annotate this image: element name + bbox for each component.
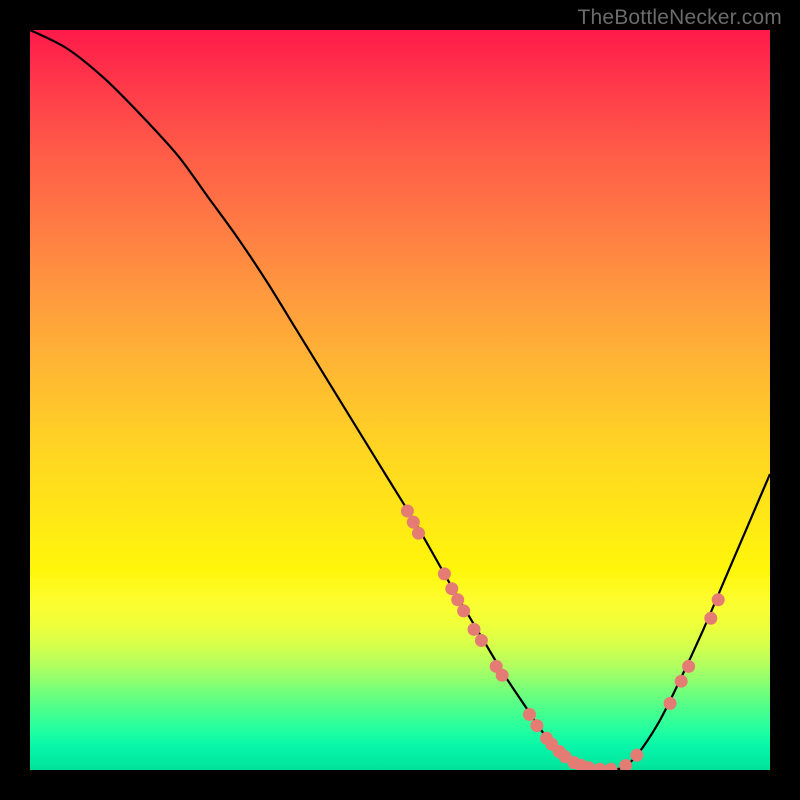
data-marker: [412, 527, 425, 540]
data-marker: [468, 623, 481, 636]
data-marker: [438, 567, 451, 580]
data-marker: [712, 593, 725, 606]
data-markers-group: [401, 505, 725, 771]
data-marker: [457, 604, 470, 617]
data-marker: [401, 505, 414, 518]
data-marker: [451, 593, 464, 606]
data-marker: [530, 719, 543, 732]
chart-svg: [30, 30, 770, 770]
data-marker: [704, 612, 717, 625]
chart-plot-area: [30, 30, 770, 770]
data-marker: [675, 675, 688, 688]
bottleneck-curve-path: [30, 30, 770, 770]
data-marker: [407, 516, 420, 529]
data-marker: [630, 749, 643, 762]
data-marker: [604, 763, 617, 770]
watermark-text: TheBottleNecker.com: [577, 6, 782, 30]
data-marker: [475, 634, 488, 647]
data-marker: [496, 669, 509, 682]
data-marker: [682, 660, 695, 673]
data-marker: [593, 763, 606, 770]
data-marker: [445, 582, 458, 595]
data-marker: [664, 697, 677, 710]
data-marker: [523, 708, 536, 721]
